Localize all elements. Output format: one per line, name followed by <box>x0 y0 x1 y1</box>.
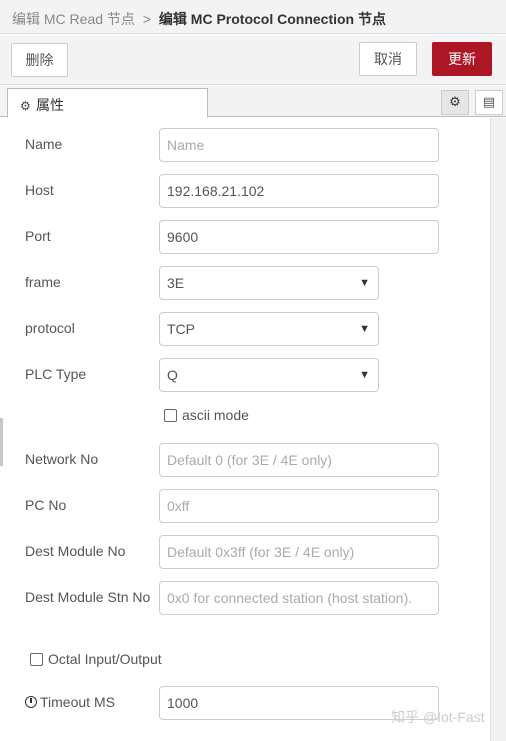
protocol-label: protocol <box>25 320 75 336</box>
octal-io-checkbox[interactable] <box>30 653 43 666</box>
tab-bar: ⚙ 属性 ⚙ ▤ <box>0 86 506 118</box>
gear-icon: ⚙ <box>20 99 31 113</box>
dest-module-stn-no-placeholder: 0x0 for connected station (host station)… <box>167 590 413 606</box>
breadcrumb-parent[interactable]: 编辑 MC Read 节点 <box>12 11 135 27</box>
pc-no-placeholder: 0xff <box>167 498 190 514</box>
octal-io-label: Octal Input/Output <box>48 651 162 667</box>
plc-type-label: PLC Type <box>25 366 87 382</box>
network-no-input[interactable]: Default 0 (for 3E / 4E only) <box>159 443 439 477</box>
frame-value: 3E <box>167 275 185 291</box>
chevron-down-icon: ▼ <box>359 277 370 289</box>
chevron-down-icon: ▼ <box>359 369 370 381</box>
settings-tab-button[interactable]: ⚙ <box>441 90 469 115</box>
plc-type-select[interactable]: Q ▼ <box>159 358 379 392</box>
protocol-value: TCP <box>167 321 195 337</box>
dest-module-no-label: Dest Module No <box>25 543 126 559</box>
cancel-button[interactable]: 取消 <box>359 42 417 76</box>
scrollbar[interactable] <box>490 118 506 741</box>
name-label: Name <box>25 136 63 152</box>
dest-module-no-placeholder: Default 0x3ff (for 3E / 4E only) <box>167 544 355 560</box>
tab-properties-label: 属性 <box>36 97 64 113</box>
network-no-placeholder: Default 0 (for 3E / 4E only) <box>167 452 332 468</box>
timeout-ms-label-row: Timeout MS <box>25 694 115 710</box>
update-button[interactable]: 更新 <box>432 42 492 76</box>
tab-properties[interactable]: ⚙ 属性 <box>7 88 208 118</box>
protocol-select[interactable]: TCP ▼ <box>159 312 379 346</box>
document-icon: ▤ <box>482 94 496 109</box>
watermark: 知乎 @Iot-Fast <box>391 709 485 725</box>
host-label: Host <box>25 182 54 198</box>
ascii-mode-label: ascii mode <box>182 407 249 423</box>
pc-no-label: PC No <box>25 497 67 513</box>
ascii-mode-row: ascii mode <box>164 407 249 423</box>
clock-icon <box>25 696 37 708</box>
port-label: Port <box>25 228 51 244</box>
delete-button[interactable]: 删除 <box>11 43 68 77</box>
breadcrumb-separator: > <box>142 11 151 27</box>
dest-module-no-input[interactable]: Default 0x3ff (for 3E / 4E only) <box>159 535 439 569</box>
properties-panel: Name Name Host 192.168.21.102 Port 9600 … <box>0 118 490 741</box>
breadcrumb-current: 编辑 MC Protocol Connection 节点 <box>158 11 386 27</box>
tray-header: 编辑 MC Read 节点 > 编辑 MC Protocol Connectio… <box>0 0 506 34</box>
description-tab-button[interactable]: ▤ <box>475 90 503 115</box>
dest-module-stn-no-input[interactable]: 0x0 for connected station (host station)… <box>159 581 439 615</box>
network-no-label: Network No <box>25 451 99 467</box>
frame-select[interactable]: 3E ▼ <box>159 266 379 300</box>
dest-module-stn-no-label: Dest Module Stn No <box>25 589 151 605</box>
name-placeholder: Name <box>167 137 205 153</box>
frame-label: frame <box>25 274 61 290</box>
chevron-down-icon: ▼ <box>359 323 370 335</box>
tray-toolbar: 删除 取消 更新 <box>0 35 506 85</box>
name-input[interactable]: Name <box>159 128 439 162</box>
pc-no-input[interactable]: 0xff <box>159 489 439 523</box>
gear-icon: ⚙ <box>449 94 461 109</box>
timeout-ms-label: Timeout MS <box>40 694 115 710</box>
host-input[interactable]: 192.168.21.102 <box>159 174 439 208</box>
panel-resize-handle[interactable] <box>0 418 3 466</box>
port-input[interactable]: 9600 <box>159 220 439 254</box>
plc-type-value: Q <box>167 367 178 383</box>
octal-io-row: Octal Input/Output <box>30 651 162 667</box>
ascii-mode-checkbox[interactable] <box>164 409 177 422</box>
